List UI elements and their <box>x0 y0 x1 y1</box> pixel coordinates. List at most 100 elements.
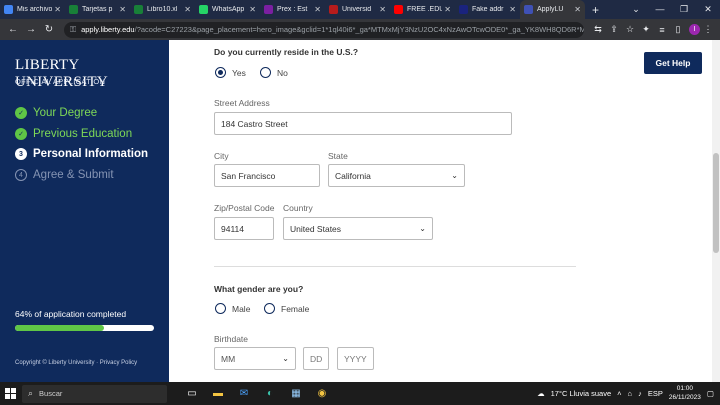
tab-title: Prex : Est <box>277 6 308 13</box>
street-label: Street Address <box>214 98 270 108</box>
reside-yes-radio[interactable]: Yes <box>215 67 246 78</box>
browser-tab[interactable]: Tarjetas p ✕ <box>65 0 130 19</box>
tab-favicon-icon <box>459 5 468 14</box>
pinned-apps: ▭ ▬ ✉ ◐ ▦ ◉ <box>179 384 335 404</box>
tab-title: ApplyLU <box>537 6 564 13</box>
reload-icon[interactable]: ↻ <box>40 24 58 35</box>
volume-icon[interactable]: ♪ <box>638 389 642 398</box>
chevron-down-icon: ⌄ <box>451 171 458 180</box>
system-tray: ☁ 17°C Lluvia suave ˄ ⌂ ♪ ESP 01:00 26/1… <box>537 385 720 402</box>
step-your-degree[interactable]: ✓ Your Degree <box>15 107 97 119</box>
tab-close-icon[interactable]: ✕ <box>509 5 516 14</box>
tab-close-icon[interactable]: ✕ <box>54 5 61 14</box>
address-bar[interactable]: ⚿ apply.liberty.edu /?acode=C27223&page_… <box>64 21 584 38</box>
chrome-icon[interactable]: ◉ <box>309 384 335 404</box>
radio-label: Female <box>281 303 310 314</box>
birth-year-input[interactable]: YYYY <box>337 347 374 370</box>
extensions-icon[interactable]: ✦ <box>638 24 654 35</box>
step-personal-information[interactable]: 3 Personal Information <box>15 148 148 160</box>
tab-favicon-icon <box>329 5 338 14</box>
edge-icon[interactable]: ◐ <box>257 384 283 404</box>
radio-unchecked <box>215 303 226 314</box>
step-label: Your Degree <box>33 107 98 119</box>
page-scrollbar[interactable] <box>712 40 720 382</box>
progress-text: 64% of application completed <box>15 309 127 319</box>
file-explorer-icon[interactable]: ▬ <box>205 384 231 404</box>
tray-chevron-icon[interactable]: ˄ <box>617 389 621 398</box>
gender-question: What gender are you? <box>214 284 304 294</box>
tab-title: Tarjetas p <box>82 6 113 13</box>
tab-close-icon[interactable]: ✕ <box>379 5 386 14</box>
browser-tab[interactable]: Fake addr ✕ <box>455 0 520 19</box>
tab-close-icon[interactable]: ✕ <box>574 5 581 14</box>
translate-icon[interactable]: ⇆ <box>590 24 606 35</box>
minimize-icon[interactable]: — <box>648 4 672 15</box>
browser-tab-strip: Mis archivos ✕ Tarjetas p ✕ Libro10.xl ✕ Whats… <box>0 0 720 19</box>
back-icon[interactable]: ← <box>4 24 22 35</box>
reading-list-icon[interactable]: ≡ <box>654 25 670 35</box>
gender-female-radio[interactable]: Female <box>264 303 309 314</box>
url-host: apply.liberty.edu <box>81 25 135 34</box>
tab-close-icon[interactable]: ✕ <box>444 5 451 14</box>
browser-tab[interactable]: WhatsApp ✕ <box>195 0 260 19</box>
state-value: California <box>335 170 371 181</box>
profile-avatar[interactable]: I <box>689 24 700 35</box>
weather-icon[interactable]: ☁ <box>537 389 545 398</box>
gender-male-radio[interactable]: Male <box>215 303 250 314</box>
language-indicator[interactable]: ESP <box>648 389 663 398</box>
tab-favicon-icon <box>394 5 403 14</box>
zip-input[interactable]: 94114 <box>214 217 274 240</box>
step-previous-education[interactable]: ✓ Previous Education <box>15 128 132 140</box>
clock[interactable]: 01:00 26/11/2023 <box>669 385 701 402</box>
side-panel-icon[interactable]: ▯ <box>670 24 686 35</box>
radio-unchecked <box>264 303 275 314</box>
site-info-icon[interactable]: ⚿ <box>70 25 76 35</box>
bookmark-star-icon[interactable]: ☆ <box>622 24 638 35</box>
get-help-button[interactable]: Get Help <box>644 52 702 74</box>
browser-tab[interactable]: Prex : Est ✕ <box>260 0 325 19</box>
tab-close-icon[interactable]: ✕ <box>249 5 256 14</box>
state-select[interactable]: California ⌄ <box>328 164 465 187</box>
birth-day-input[interactable]: DD <box>303 347 329 370</box>
tab-title: Libro10.xl <box>147 6 178 13</box>
browser-tab[interactable]: Libro10.xl ✕ <box>130 0 195 19</box>
share-icon[interactable]: ⇪ <box>606 24 622 35</box>
notifications-icon[interactable]: ▢ <box>707 389 714 398</box>
start-button[interactable] <box>0 382 20 405</box>
scrollbar-thumb[interactable] <box>713 153 719 253</box>
url-path: /?acode=C27223&page_placement=hero_image… <box>134 25 584 34</box>
country-value: United States <box>290 223 342 234</box>
restore-icon[interactable]: ❐ <box>672 4 696 15</box>
network-icon[interactable]: ⌂ <box>628 389 633 398</box>
browser-tab[interactable]: Mis archivos ✕ <box>0 0 65 19</box>
mail-icon[interactable]: ✉ <box>231 384 257 404</box>
weather-text[interactable]: 17°C Lluvia suave <box>551 389 612 398</box>
close-window-icon[interactable]: ✕ <box>696 4 720 15</box>
copyright-text: Copyright © Liberty University · Privacy… <box>15 360 138 366</box>
street-input[interactable]: 184 Castro Street <box>214 112 512 135</box>
step-label: Personal Information <box>33 148 149 160</box>
taskbar: ⌕ Buscar ▭ ▬ ✉ ◐ ▦ ◉ ☁ 17°C Lluvia suave… <box>0 382 720 405</box>
city-input[interactable]: San Francisco <box>214 164 320 187</box>
country-select[interactable]: United States ⌄ <box>283 217 433 240</box>
birth-month-select[interactable]: MM ⌄ <box>214 347 296 370</box>
browser-tab[interactable]: FREE .EDU ✕ <box>390 0 455 19</box>
browser-tab[interactable]: ApplyLU ✕ <box>520 0 585 19</box>
toolbar-icons: ⇆ ⇪ ☆ ✦ ≡ ▯ I ⋮ <box>590 24 716 35</box>
tab-close-icon[interactable]: ✕ <box>119 5 126 14</box>
step-label: Previous Education <box>33 128 133 140</box>
check-icon: ✓ <box>15 107 27 119</box>
birthdate-label: Birthdate <box>214 334 249 344</box>
browser-tab[interactable]: Universid ✕ <box>325 0 390 19</box>
tab-close-icon[interactable]: ✕ <box>184 5 191 14</box>
reside-no-radio[interactable]: No <box>260 67 288 78</box>
zip-value: 94114 <box>221 223 245 234</box>
new-tab-button[interactable]: + <box>585 3 606 17</box>
tab-search-icon[interactable]: ⌄ <box>624 4 648 15</box>
task-view-icon[interactable]: ▭ <box>179 384 205 404</box>
taskbar-search[interactable]: ⌕ Buscar <box>22 384 167 403</box>
menu-icon[interactable]: ⋮ <box>700 24 716 35</box>
store-icon[interactable]: ▦ <box>283 384 309 404</box>
forward-icon[interactable]: → <box>22 24 40 35</box>
tab-close-icon[interactable]: ✕ <box>314 5 321 14</box>
